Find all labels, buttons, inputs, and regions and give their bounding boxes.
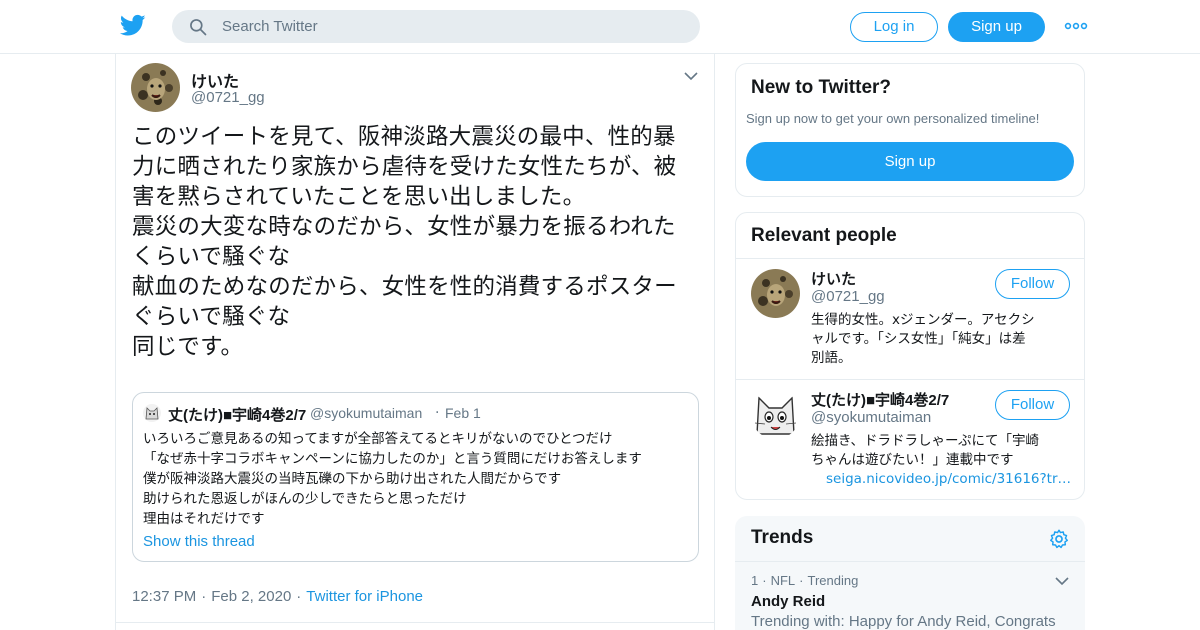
new-to-twitter-card: New to Twitter? Sign up now to get your … [735,63,1085,197]
person-handle[interactable]: @syokumutaiman [811,409,931,426]
relevant-people-title: Relevant people [751,225,897,246]
person-bio: 生得的女性。xジェンダー。アセクシ ャルです。「シス女性」「純女」は差 別語。 [811,311,1076,368]
tweet-column: けいた @0721_gg このツイートを見て、阪神淡路大震災の最中、性的暴 力に… [115,54,715,630]
person-card[interactable]: けいた @0721_gg Follow 生得的女性。xジェンダー。アセクシ ャル… [736,259,1084,380]
quoted-text-line: 「なぜ赤十字コラボキャンペーンに協力したのか」と言う質問にだけお答えします [143,451,642,467]
divider [116,622,714,623]
sidebar-signup-button[interactable]: Sign up [746,142,1074,181]
tweet-date[interactable]: Feb 2, 2020 [211,588,291,605]
signup-button[interactable]: Sign up [948,12,1045,42]
person-bio: 絵描き、ドラドラしゃーぷにて「宇崎 ちゃんは遊びたい！」連載中です seiga.… [811,432,1076,489]
person-name[interactable]: 丈(たけ)■宇崎4巻2/7 [811,389,949,410]
quoted-text: いろいろご意見あるの知ってますが全部答えてるとキリがないのでひとつだけ 「なぜ赤… [143,429,693,529]
trend-label: Trending [807,573,859,588]
trends-card: Trends 1 · NFL · Trending Andy Reid Trending… [735,516,1085,630]
quoted-text-line: 助けられた恩返しがほんの少しできたらと思っただけ [143,491,467,507]
quoted-date: Feb 1 [445,405,481,421]
trend-meta: 1 · NFL · Trending [751,573,858,588]
person-bio-line: ちゃんは遊びたい！」連載中です [811,452,1014,468]
chevron-down-icon[interactable] [1055,576,1069,586]
tweet-source-link[interactable]: Twitter for iPhone [306,588,423,605]
tweet-text-line: くらいで騒ぐな [132,244,291,270]
tweet-text-line: ぐらいで騒ぐな [132,304,291,330]
person-card[interactable]: 丈(たけ)■宇崎4巻2/7 @syokumutaiman Follow 絵描き、… [736,380,1084,499]
tweet-text-line: このツイートを見て、阪神淡路大震災の最中、性的暴 [132,124,676,150]
quoted-author-avatar [143,404,161,422]
author-avatar[interactable] [131,63,180,112]
person-bio-line: 別語。 [811,350,852,366]
separator-dot: · [799,573,804,588]
chevron-down-icon[interactable] [684,71,698,81]
top-bar: Log in Sign up [0,0,1200,54]
trend-name[interactable]: Andy Reid [751,593,825,610]
twitter-bird-icon[interactable] [119,12,147,38]
follow-button[interactable]: Follow [995,269,1070,299]
follow-button[interactable]: Follow [995,390,1070,420]
trends-title: Trends [751,527,814,548]
quoted-tweet[interactable]: 丈(たけ)■宇崎4巻2/7 @syokumutaiman · Feb 1 いろい… [132,392,699,562]
quoted-text-line: いろいろご意見あるの知ってますが全部答えてるとキリがないのでひとつだけ [143,431,613,447]
login-button[interactable]: Log in [850,12,938,42]
person-avatar[interactable] [751,269,800,318]
person-name[interactable]: けいた [811,268,856,289]
separator-dot: · [201,588,207,605]
author-handle[interactable]: @0721_gg [191,89,265,106]
separator-dot: · [296,588,302,605]
trend-with: Trending with: Happy for Andy Reid, Cong… [751,613,1056,630]
show-thread-link[interactable]: Show this thread [143,533,255,550]
search-box[interactable] [172,10,700,43]
tweet-text-line: 震災の大変な時なのだから、女性が暴力を振るわれた [132,214,676,240]
tweet-text-line: 同じです。 [132,334,244,360]
quoted-author-name: 丈(たけ)■宇崎4巻2/7 [168,407,307,424]
quoted-text-line: 僕が阪神淡路大震災の当時瓦礫の下から助け出された人間だからです [143,471,562,487]
separator-dot: · [762,573,767,588]
search-input[interactable] [222,10,682,43]
person-avatar[interactable] [751,390,800,439]
person-bio-link[interactable]: seiga.nicovideo.jp/comic/31616?tr… [811,470,1076,489]
separator-dot: · [435,405,440,421]
new-to-twitter-title: New to Twitter? [751,77,892,98]
tweet-time[interactable]: 12:37 PM [132,588,196,605]
search-icon [190,19,207,36]
tweet-text: このツイートを見て、阪神淡路大震災の最中、性的暴 力に晒されたり家族から虐待を受… [132,122,707,362]
more-dots-icon[interactable] [1064,18,1088,34]
tweet-text-line: 害を黙らされていたことを思い出しました。 [132,184,586,210]
person-handle[interactable]: @0721_gg [811,288,885,305]
relevant-people-header: Relevant people [736,213,1084,259]
tweet-text-line: 力に晒されたり家族から虐待を受けた女性たちが、被 [132,154,677,180]
quoted-text-line: 理由はそれだけです [143,511,265,527]
tweet-metadata: 12:37 PM · Feb 2, 2020 · Twitter for iPhone [132,588,423,605]
trends-header: Trends [735,516,1085,562]
new-to-twitter-subtitle: Sign up now to get your own personalized… [746,111,1040,126]
relevant-people-card: Relevant people けいた @0721_gg Follow 生得的女… [735,212,1085,500]
trend-category: NFL [770,573,796,588]
trend-rank: 1 [751,573,759,588]
person-bio-line: ャルです。「シス女性」「純女」は差 [811,331,1026,347]
tweet-text-line: 献血のためなのだから、女性を性的消費するポスター [132,274,677,300]
person-bio-line: 絵描き、ドラドラしゃーぷにて「宇崎 [811,433,1040,449]
person-bio-line: 生得的女性。xジェンダー。アセクシ [811,312,1035,328]
quoted-author-handle: @syokumutaiman [310,405,423,421]
gear-icon[interactable] [1048,528,1070,550]
